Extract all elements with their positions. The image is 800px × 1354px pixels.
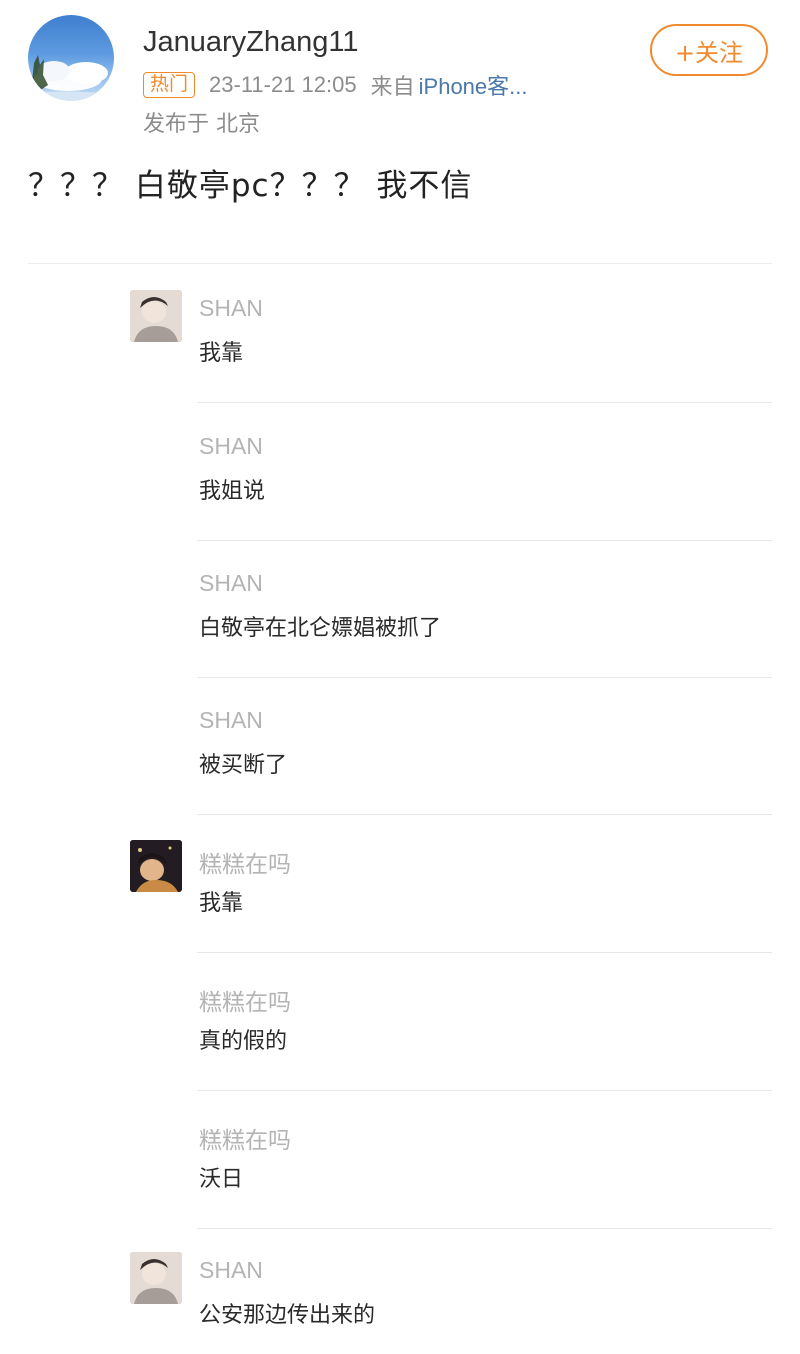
comment-text: 公安那边传出来的 — [199, 1303, 376, 1328]
commenter-name[interactable]: SHAN — [199, 1257, 263, 1284]
comment-text: 真的假的 — [199, 1029, 288, 1054]
comment-text: 被买断了 — [199, 753, 288, 778]
follow-button[interactable]: +关注 — [650, 24, 768, 76]
commenter-avatar[interactable] — [130, 840, 182, 892]
divider — [197, 814, 772, 815]
source-link[interactable]: iPhone客... — [419, 69, 528, 101]
post-timestamp: 23-11-21 12:05 — [209, 72, 357, 97]
hot-badge: 热门 — [143, 72, 196, 98]
comment-text: 我靠 — [199, 341, 244, 366]
commenter-name[interactable]: 糕糕在吗 — [199, 1121, 291, 1155]
sky-clouds-icon — [28, 55, 114, 101]
comment-text: 沃日 — [199, 1167, 244, 1192]
commenter-name[interactable]: SHAN — [199, 570, 263, 597]
post-location: 发布于 北京 — [143, 112, 260, 137]
commenter-name[interactable]: SHAN — [199, 295, 263, 322]
divider — [197, 1228, 772, 1229]
person-photo-icon — [130, 840, 182, 892]
comment-text: 白敬亭在北仑嫖娼被抓了 — [199, 616, 442, 641]
divider — [197, 677, 772, 678]
user-avatar[interactable] — [28, 15, 114, 101]
person-photo-icon — [130, 290, 182, 342]
comment-text: 我靠 — [199, 891, 244, 916]
divider — [197, 540, 772, 541]
commenter-avatar[interactable] — [130, 290, 182, 342]
source-prefix: 来自 — [370, 74, 415, 99]
commenter-name[interactable]: SHAN — [199, 707, 263, 734]
comment-text: 我姐说 — [199, 479, 266, 504]
post-text: ？？？ 白敬亭pc？？？ 我不信 — [28, 168, 473, 204]
commenter-avatar[interactable] — [130, 1252, 182, 1304]
divider — [28, 263, 772, 264]
commenter-name[interactable]: SHAN — [199, 433, 263, 460]
divider — [197, 952, 772, 953]
commenter-name[interactable]: 糕糕在吗 — [199, 983, 291, 1017]
commenter-name[interactable]: 糕糕在吗 — [199, 845, 291, 879]
username[interactable]: JanuaryZhang11 — [143, 26, 359, 59]
divider — [197, 402, 772, 403]
person-photo-icon — [130, 1252, 182, 1304]
post-header: JanuaryZhang11 热门 23-11-21 12:05 来自 iPho… — [0, 0, 800, 140]
divider — [197, 1090, 772, 1091]
post-meta: 热门 23-11-21 12:05 来自 iPhone客... — [143, 70, 527, 100]
